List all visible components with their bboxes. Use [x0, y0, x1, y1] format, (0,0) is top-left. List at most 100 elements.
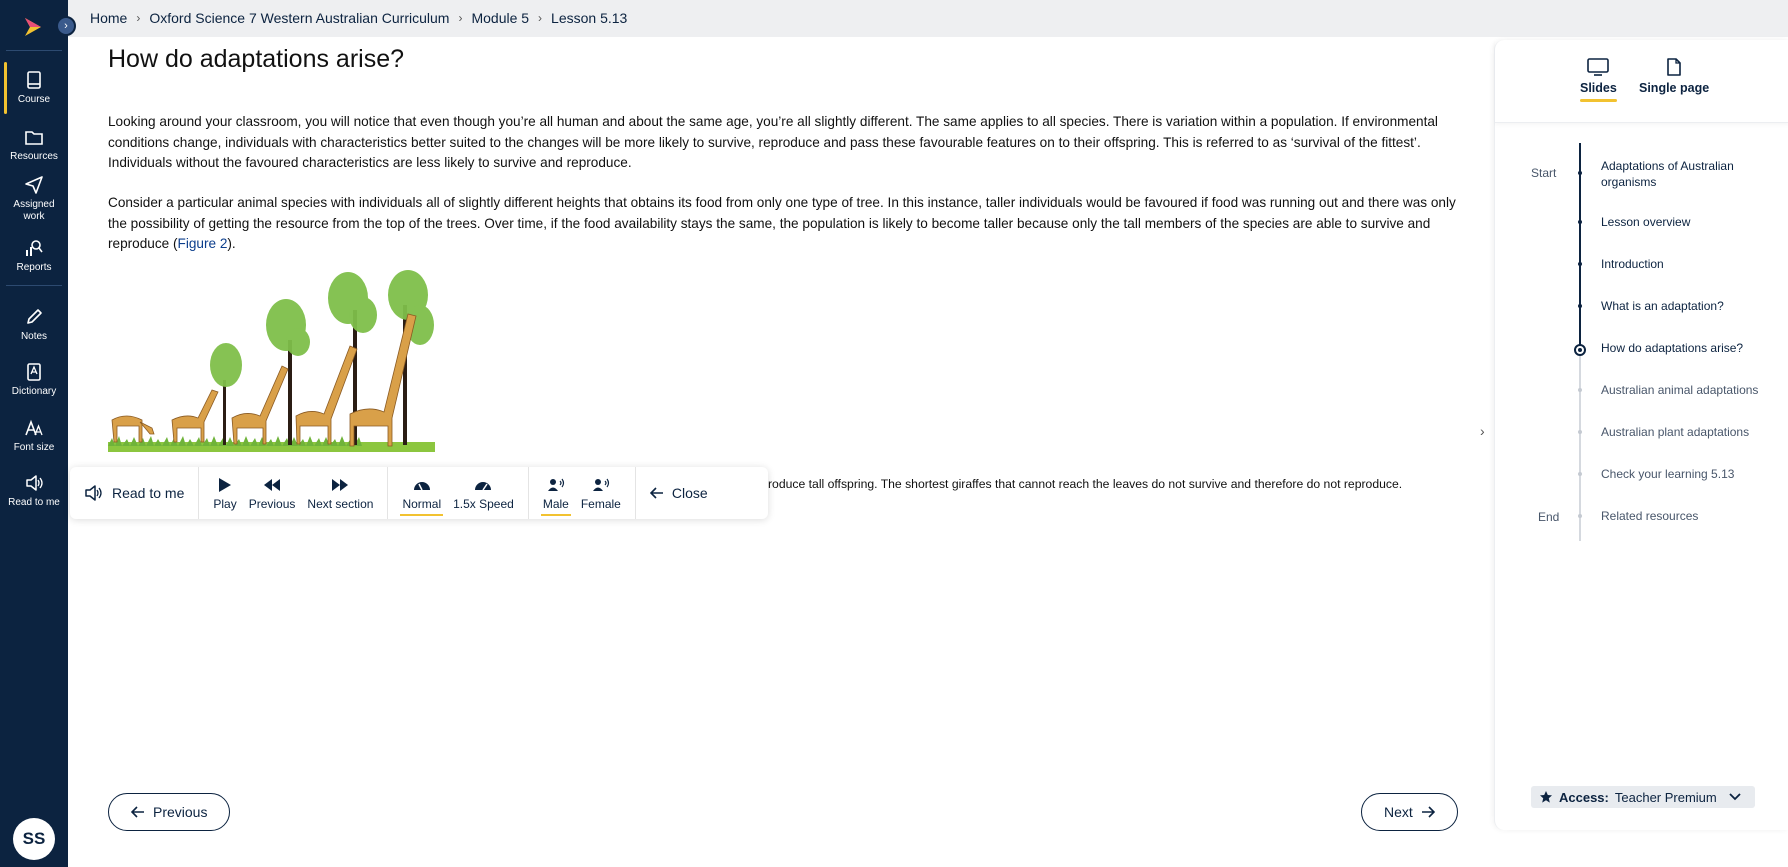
- rewind-icon: [264, 478, 281, 491]
- monitor-icon: [1587, 58, 1610, 76]
- page-icon: [1667, 58, 1681, 76]
- timeline-marker: [1578, 514, 1582, 518]
- next-section-label: Next section: [307, 496, 374, 511]
- sidebar-item-resources[interactable]: Resources: [0, 127, 68, 162]
- tab-slides[interactable]: Slides: [1580, 58, 1617, 102]
- app-logo[interactable]: [22, 16, 44, 38]
- play-button[interactable]: Play: [207, 467, 242, 519]
- speaker-icon: [85, 485, 102, 501]
- font-size-icon: [25, 419, 43, 436]
- playback-controls: Play Previous Next section: [199, 467, 389, 519]
- figure-link[interactable]: Figure 2: [178, 236, 228, 251]
- timeline-item-what-is-adaptation[interactable]: What is an adaptation?: [1601, 298, 1776, 314]
- close-label: Close: [671, 485, 708, 501]
- chevron-right-icon: ›: [64, 20, 68, 32]
- paragraph-text: Consider a particular animal species wit…: [108, 195, 1456, 251]
- sidebar-item-label: Read to me: [8, 497, 60, 508]
- reports-icon: [26, 240, 43, 256]
- sidebar-item-label: Resources: [10, 151, 58, 162]
- page-title: How do adaptations arise?: [108, 45, 405, 73]
- sidebar: Course Resources Assigned work Reports N…: [0, 0, 68, 867]
- main-content: How do adaptations arise? Looking around…: [68, 37, 1494, 867]
- access-level-dropdown[interactable]: Access: Teacher Premium: [1531, 786, 1755, 808]
- tab-slides-label: Slides: [1580, 81, 1617, 95]
- sidebar-item-notes[interactable]: Notes: [0, 307, 68, 342]
- next-section-button[interactable]: Next section: [301, 467, 379, 519]
- sidebar-item-read-to-me[interactable]: Read to me: [0, 473, 68, 508]
- paragraph-example: Consider a particular animal species wit…: [108, 193, 1468, 255]
- star-icon: [1540, 791, 1552, 803]
- normal-speed-button[interactable]: Normal: [396, 467, 447, 519]
- close-read-to-me-button[interactable]: Close: [644, 467, 714, 519]
- timeline-item-introduction[interactable]: Introduction: [1601, 256, 1776, 272]
- giraffe-illustration: [108, 270, 435, 452]
- timeline-marker: [1578, 171, 1582, 175]
- fast-speed-button[interactable]: 1.5x Speed: [447, 467, 520, 519]
- arrow-right-icon: [1421, 806, 1435, 818]
- previous-page-button[interactable]: Previous: [108, 793, 231, 831]
- arrow-left-icon: [131, 806, 144, 818]
- pencil-icon: [27, 309, 42, 324]
- sidebar-item-course[interactable]: Course: [0, 62, 68, 114]
- breadcrumb-home[interactable]: Home: [90, 10, 127, 26]
- fast-forward-icon: [332, 478, 349, 491]
- sidebar-item-font-size[interactable]: Font size: [0, 418, 68, 453]
- timeline-marker: [1578, 430, 1582, 434]
- timeline-item-how-adaptations-arise[interactable]: How do adaptations arise?: [1601, 340, 1776, 356]
- speaker-icon: [26, 475, 43, 491]
- timeline-item-animal-adaptations[interactable]: Australian animal adaptations: [1601, 382, 1776, 398]
- timeline-remaining-line: [1579, 351, 1581, 541]
- timeline-marker: [1578, 220, 1582, 224]
- chevron-right-icon: ›: [458, 11, 463, 25]
- sidebar-item-label: Font size: [13, 442, 55, 453]
- tab-single-page[interactable]: Single page: [1639, 58, 1709, 95]
- timeline-item-check-learning[interactable]: Check your learning 5.13: [1601, 466, 1776, 482]
- next-page-button[interactable]: Next: [1361, 793, 1458, 831]
- panel-collapse-chevron-icon[interactable]: ›: [1480, 423, 1485, 439]
- sidebar-item-label: Course: [17, 94, 51, 105]
- timeline-item-related-resources[interactable]: Related resources: [1601, 508, 1776, 524]
- timeline-marker: [1578, 472, 1582, 476]
- avatar[interactable]: SS: [13, 818, 55, 860]
- timeline-item-plant-adaptations[interactable]: Australian plant adaptations: [1601, 424, 1776, 440]
- speed-controls: Normal 1.5x Speed: [388, 467, 529, 519]
- female-voice-button[interactable]: Female: [575, 467, 627, 519]
- breadcrumb-bar: Home › Oxford Science 7 Western Australi…: [68, 0, 1788, 37]
- sidebar-item-assigned-work[interactable]: Assigned work: [0, 175, 68, 223]
- speedometer-icon: [413, 481, 430, 490]
- speedometer-fast-icon: [475, 481, 492, 490]
- breadcrumb-course[interactable]: Oxford Science 7 Western Australian Curr…: [149, 10, 449, 26]
- play-icon: [219, 477, 232, 492]
- timeline-marker: [1578, 304, 1582, 308]
- read-to-me-button[interactable]: Read to me: [78, 467, 190, 519]
- figure-caption: roduce tall offspring. The shortest gira…: [768, 477, 1403, 491]
- timeline-start-label: Start: [1531, 166, 1557, 180]
- view-mode-tabs: Slides Single page: [1495, 40, 1788, 123]
- chevron-down-icon: [1729, 793, 1741, 801]
- timeline-marker: [1578, 262, 1582, 266]
- sidebar-divider: [6, 285, 62, 286]
- read-to-me-section: Read to me: [70, 467, 200, 519]
- sidebar-item-reports[interactable]: Reports: [0, 238, 68, 273]
- sidebar-divider: [6, 50, 62, 51]
- sidebar-expand-button[interactable]: ›: [56, 16, 76, 36]
- timeline-end-label: End: [1538, 510, 1560, 524]
- previous-section-button[interactable]: Previous: [243, 467, 302, 519]
- timeline-current-marker: [1574, 344, 1586, 356]
- breadcrumb: Home › Oxford Science 7 Western Australi…: [90, 10, 627, 26]
- timeline-item-lesson-overview[interactable]: Lesson overview: [1601, 214, 1776, 230]
- paragraph-end: ).: [227, 236, 236, 251]
- male-voice-button[interactable]: Male: [537, 467, 575, 519]
- previous-label: Previous: [153, 804, 208, 820]
- read-to-me-label: Read to me: [112, 485, 185, 501]
- breadcrumb-lesson[interactable]: Lesson 5.13: [551, 10, 627, 26]
- speed-label: 1.5x Speed: [453, 496, 514, 511]
- timeline-item-adaptations[interactable]: Adaptations of Australian organisms: [1601, 158, 1776, 190]
- play-label: Play: [213, 496, 237, 511]
- lesson-navigation-panel: Slides Single page Start End Adaptations…: [1494, 40, 1788, 830]
- book-icon: [27, 71, 41, 89]
- sidebar-item-dictionary[interactable]: Dictionary: [0, 362, 68, 397]
- breadcrumb-module[interactable]: Module 5: [471, 10, 529, 26]
- voice-controls: Male Female: [529, 467, 636, 519]
- previous-label: Previous: [248, 496, 296, 511]
